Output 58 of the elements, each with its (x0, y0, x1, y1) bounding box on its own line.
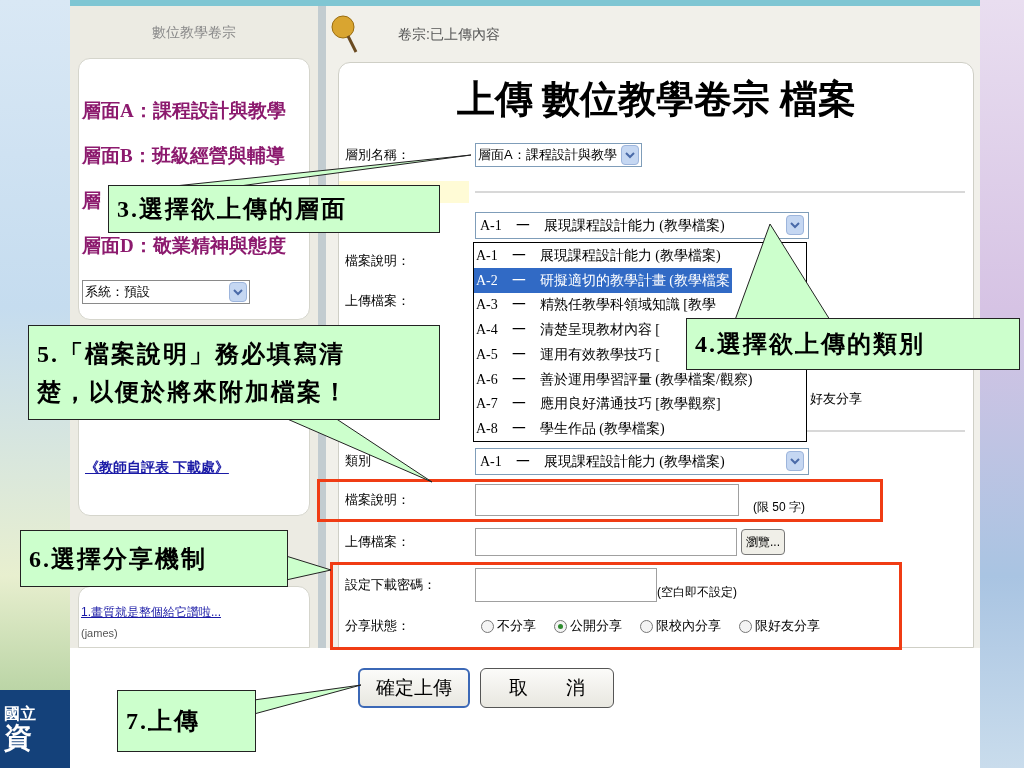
level-link[interactable]: 層面B：班級經營與輔導 (82, 145, 285, 167)
radio-label: 公開分享 (570, 617, 622, 636)
level-link[interactable]: 層 (82, 190, 101, 212)
password-field[interactable] (475, 568, 657, 602)
callout-text: 5.「檔案說明」務必填寫清 (37, 339, 346, 369)
browse-button[interactable]: 瀏覽... (741, 529, 785, 555)
radio-button[interactable] (554, 619, 567, 633)
system-select[interactable]: 系統：預設 (82, 280, 250, 304)
category-select[interactable]: A-1 一 展現課程設計能力 (教學檔案) (475, 211, 809, 239)
dropdown-option[interactable]: A-3 一 精熟任教學科領域知識 [教學 (474, 292, 718, 318)
field-label: 上傳檔案： (344, 533, 411, 552)
level-link[interactable]: 層面A：課程設計與教學 (82, 100, 286, 122)
radio-label: 不分享 (497, 617, 536, 636)
level-link[interactable]: 層面D：敬業精神與態度 (82, 235, 286, 257)
radio-label: 好友分享 (810, 390, 862, 409)
field-label: 檔案說明： (344, 491, 411, 510)
field-label: 檔案說明： (344, 252, 410, 271)
callout-text: 楚，以便於將來附加檔案！ (37, 377, 350, 407)
dropdown-option[interactable]: A-4 一 清楚呈現教材內容 [ (474, 317, 662, 342)
radio-button[interactable] (481, 619, 494, 633)
file-field[interactable] (475, 528, 737, 556)
field-hint: (限 50 字) (753, 499, 805, 516)
dropdown-option[interactable]: A-5 一 運用有效教學技巧 [ (474, 342, 662, 367)
dropdown-option[interactable]: A-6 一 善於運用學習評量 (教學檔案/觀察) (474, 366, 755, 392)
radio-label: 限好友分享 (755, 617, 820, 636)
field-hint: (空白即不設定) (657, 584, 737, 601)
callout-text: 7.上傳 (126, 707, 201, 736)
category-select[interactable]: A-1 一 展現課程設計能力 (教學檔案) (475, 447, 809, 475)
dropdown-option[interactable]: A-2 一 研擬適切的教學計畫 (教學檔案 (474, 267, 732, 293)
download-link[interactable]: 《教師自評表 下載處》 (85, 459, 229, 475)
field-label: 設定下載密碼： (344, 576, 437, 595)
field-label: 類別 (344, 452, 372, 471)
radio-label: 限校內分享 (656, 617, 721, 636)
field-label: 分享狀態： (344, 617, 411, 636)
field-label: 上傳檔案： (344, 292, 410, 311)
upload-button[interactable]: 確定上傳 (358, 668, 470, 708)
cancel-button[interactable]: 取 消 (480, 668, 614, 708)
level-select[interactable]: 層面A：課程設計與教學 (475, 143, 642, 167)
dropdown-option[interactable]: A-8 一 學生作品 (教學檔案) (474, 416, 667, 441)
description-field[interactable] (475, 484, 739, 516)
option-text: A-1 一 展現課程設計能力 (教學檔案) (480, 216, 725, 235)
option-text: A-1 一 展現課程設計能力 (教學檔案) (480, 452, 725, 471)
section-header: 卷宗:已上傳內容 (398, 24, 500, 44)
page-title: 上傳 數位教學卷宗 檔案 (455, 76, 857, 122)
message-author: (james) (81, 626, 119, 641)
dropdown-option[interactable]: A-1 一 展現課程設計能力 (教學檔案) (474, 243, 723, 268)
callout-text: 4.選擇欲上傳的類別 (695, 330, 926, 359)
radio-button[interactable] (640, 619, 653, 633)
radio-button[interactable] (739, 619, 752, 633)
message-link[interactable]: 1.畫質就是整個給它讚啦... (81, 603, 309, 621)
pushpin-icon (330, 14, 360, 54)
callout-text: 6.選擇分享機制 (29, 544, 208, 574)
sidebar-title: 數位教學卷宗 (151, 22, 237, 42)
logo-text: 資 (4, 724, 33, 752)
logo-text: 國立 (4, 706, 37, 722)
dropdown-option[interactable]: A-7 一 應用良好溝通技巧 [教學觀察] (474, 391, 723, 417)
field-label: 層別名稱： (344, 146, 411, 165)
callout-text: 3.選擇欲上傳的層面 (117, 195, 348, 224)
